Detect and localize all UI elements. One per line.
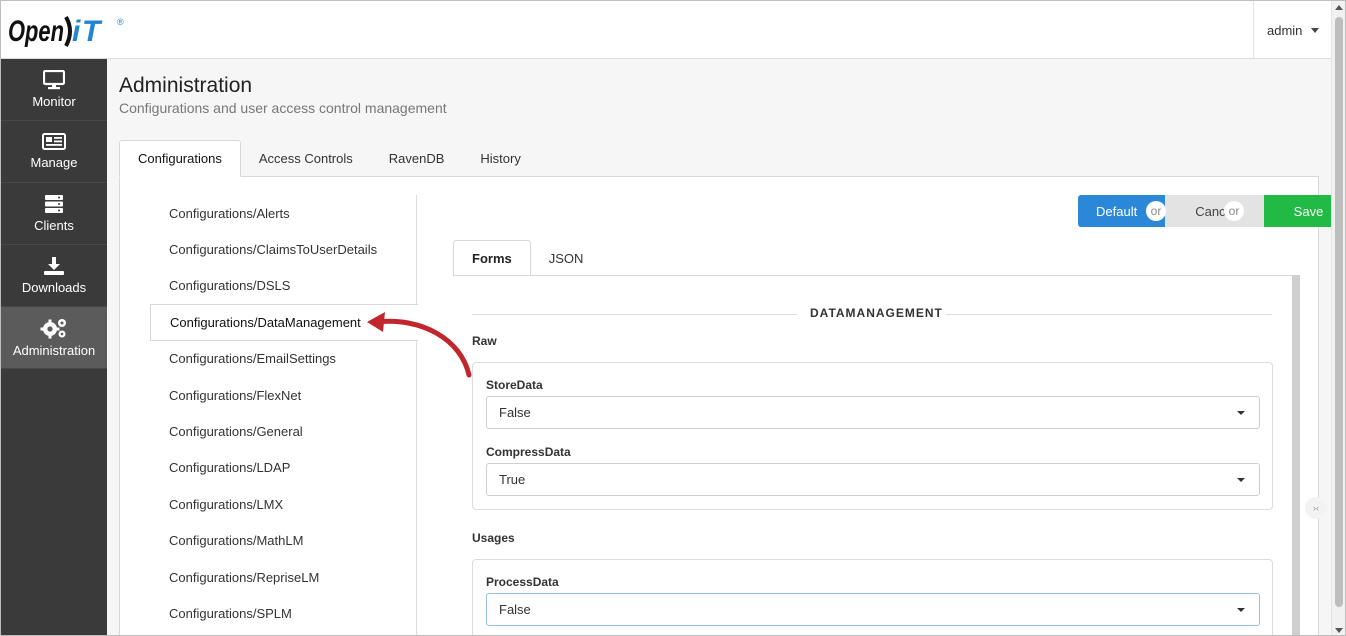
- store-data-select[interactable]: False: [486, 396, 1260, 429]
- page-subtitle: Configurations and user access control m…: [119, 100, 447, 116]
- download-icon: [44, 257, 64, 275]
- select-value: False: [499, 405, 531, 420]
- sidebar-item-clients[interactable]: Clients: [1, 183, 107, 245]
- list-item[interactable]: Configurations/ClaimsToUserDetails: [150, 231, 416, 267]
- page-title: Administration: [119, 74, 253, 97]
- usages-fieldset: ProcessData False: [472, 559, 1273, 635]
- sidebar-item-administration[interactable]: Administration: [1, 307, 107, 369]
- tab-access-controls[interactable]: Access Controls: [241, 140, 371, 177]
- raw-fieldset: StoreData False CompressData True: [472, 362, 1273, 510]
- configuration-list: Configurations/Alerts Configurations/Cla…: [150, 195, 418, 635]
- server-icon: [45, 195, 63, 213]
- caret-down-icon: [1237, 411, 1245, 415]
- list-item[interactable]: Configurations/MathLM: [150, 523, 416, 559]
- or-divider: or: [1224, 201, 1244, 221]
- tab-history[interactable]: History: [462, 140, 538, 177]
- scroll-down-icon[interactable]: [1335, 628, 1343, 633]
- tab-ravendb[interactable]: RavenDB: [371, 140, 463, 177]
- list-item[interactable]: Configurations/General: [150, 413, 416, 449]
- select-value: False: [499, 602, 531, 617]
- group-label-usages: Usages: [472, 531, 515, 545]
- sidebar-item-label: Monitor: [32, 94, 76, 109]
- section-header: DATAMANAGEMENT: [472, 306, 1272, 322]
- divider: [946, 314, 1272, 315]
- configurations-panel: Configurations/Alerts Configurations/Cla…: [119, 176, 1345, 635]
- callout-arrow-icon: [367, 312, 472, 378]
- divider: [472, 314, 797, 315]
- tab-json[interactable]: JSON: [531, 240, 602, 276]
- top-bar: Open i T ® admin: [1, 1, 1331, 59]
- user-name: admin: [1267, 22, 1303, 38]
- process-data-select[interactable]: False: [486, 593, 1260, 626]
- compress-data-select[interactable]: True: [486, 463, 1260, 496]
- user-menu[interactable]: admin: [1253, 1, 1331, 59]
- list-item[interactable]: Configurations/DSLS: [150, 268, 416, 304]
- scroll-thumb[interactable]: [1335, 17, 1343, 607]
- app-window: Open i T ® admin Monitor Manage Clients …: [0, 0, 1346, 636]
- svg-text:i: i: [72, 15, 81, 48]
- list-item[interactable]: Configurations/RepriseLM: [150, 559, 416, 595]
- page-scrollbar[interactable]: [1331, 1, 1345, 635]
- openit-logo: Open i T ®: [8, 15, 124, 48]
- tab-configurations[interactable]: Configurations: [119, 140, 241, 177]
- main-content: Administration Configurations and user a…: [107, 59, 1345, 635]
- process-data-label: ProcessData: [486, 575, 559, 589]
- list-item[interactable]: Configurations/FlexNet: [150, 377, 416, 413]
- sidebar-item-label: Administration: [12, 343, 96, 358]
- sidebar: Monitor Manage Clients Downloads Adminis…: [1, 59, 107, 635]
- sidebar-item-manage[interactable]: Manage: [1, 121, 107, 183]
- form-scrollbar[interactable]: [1292, 275, 1300, 635]
- or-divider: or: [1146, 201, 1166, 221]
- monitor-icon: [43, 70, 65, 90]
- tab-forms[interactable]: Forms: [453, 240, 531, 276]
- svg-text:®: ®: [117, 17, 124, 27]
- svg-text:Open: Open: [8, 15, 64, 48]
- editor-tabs: Forms JSON: [453, 240, 601, 276]
- collapse-handle-icon[interactable]: ›‹: [1305, 497, 1327, 519]
- action-buttons: Default Cancel Save or or: [1078, 195, 1345, 227]
- caret-down-icon: [1237, 478, 1245, 482]
- newspaper-icon: [42, 133, 66, 150]
- sidebar-item-monitor[interactable]: Monitor: [1, 59, 107, 121]
- section-title: DATAMANAGEMENT: [810, 306, 943, 320]
- admin-tabs: Configurations Access Controls RavenDB H…: [119, 140, 539, 177]
- list-item[interactable]: Configurations/SPLM: [150, 595, 416, 631]
- cogs-icon: [40, 319, 66, 339]
- list-item[interactable]: Configurations/LMX: [150, 486, 416, 522]
- cancel-button[interactable]: Cancel: [1165, 195, 1264, 227]
- sidebar-item-label: Downloads: [21, 280, 87, 295]
- compress-data-label: CompressData: [486, 445, 571, 459]
- sidebar-item-label: Clients: [34, 218, 74, 233]
- select-value: True: [499, 472, 526, 487]
- svg-text:T: T: [82, 15, 103, 48]
- sidebar-item-label: Manage: [30, 155, 78, 170]
- list-item[interactable]: Configurations/LDAP: [150, 450, 416, 486]
- caret-down-icon: [1311, 27, 1320, 33]
- list-item[interactable]: Configurations/Alerts: [150, 195, 416, 231]
- scroll-up-icon[interactable]: [1335, 5, 1343, 10]
- sidebar-item-downloads[interactable]: Downloads: [1, 245, 107, 307]
- caret-down-icon: [1237, 608, 1245, 612]
- store-data-label: StoreData: [486, 378, 543, 392]
